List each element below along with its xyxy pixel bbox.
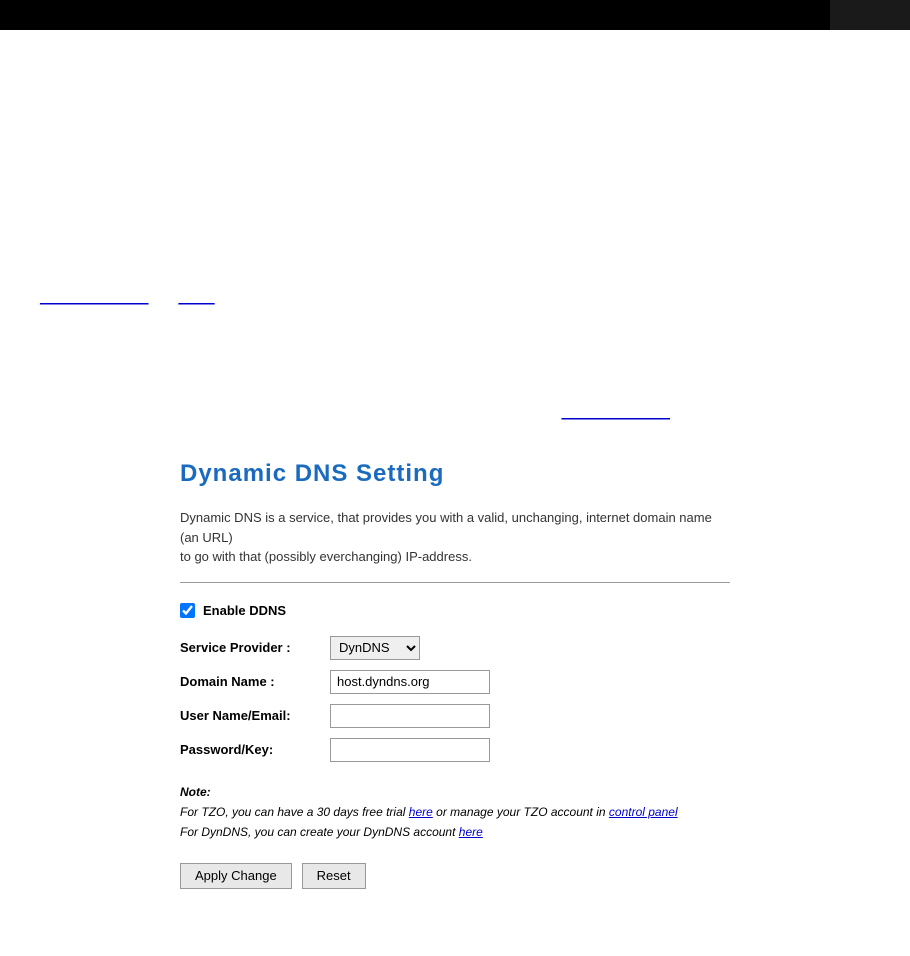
dyndns-create-link[interactable]: here — [459, 825, 483, 839]
secondary-nav-link[interactable]: _______________ — [562, 405, 670, 420]
username-label: User Name/Email: — [180, 708, 330, 723]
domain-name-input[interactable] — [330, 670, 490, 694]
note-line1-mid: or manage your TZO account in — [433, 805, 609, 819]
nav-link-2[interactable]: _____ — [178, 290, 214, 305]
tzo-control-panel-link[interactable]: control panel — [609, 805, 678, 819]
password-input[interactable] — [330, 738, 490, 762]
enable-ddns-checkbox[interactable] — [180, 603, 195, 618]
tzo-trial-link[interactable]: here — [409, 805, 433, 819]
service-provider-select[interactable]: DynDNS TZO — [330, 636, 420, 660]
reset-button[interactable]: Reset — [302, 863, 366, 889]
domain-name-label: Domain Name : — [180, 674, 330, 689]
note-label: Note: — [180, 785, 211, 799]
password-label: Password/Key: — [180, 742, 330, 757]
nav-link-1[interactable]: _______________ — [40, 290, 148, 305]
top-bar-right — [830, 0, 910, 30]
note-section: Note: For TZO, you can have a 30 days fr… — [180, 782, 730, 843]
top-bar — [0, 0, 910, 30]
note-line2-pre: For DynDNS, you can create your DynDNS a… — [180, 825, 459, 839]
username-input[interactable] — [330, 704, 490, 728]
description-line1: Dynamic DNS is a service, that provides … — [180, 508, 730, 567]
page-title: Dynamic DNS Setting — [180, 460, 730, 488]
note-line1-pre: For TZO, you can have a 30 days free tri… — [180, 805, 409, 819]
apply-change-button[interactable]: Apply Change — [180, 863, 292, 889]
enable-ddns-label: Enable DDNS — [203, 603, 286, 618]
service-provider-label: Service Provider : — [180, 640, 330, 655]
section-divider — [180, 582, 730, 583]
